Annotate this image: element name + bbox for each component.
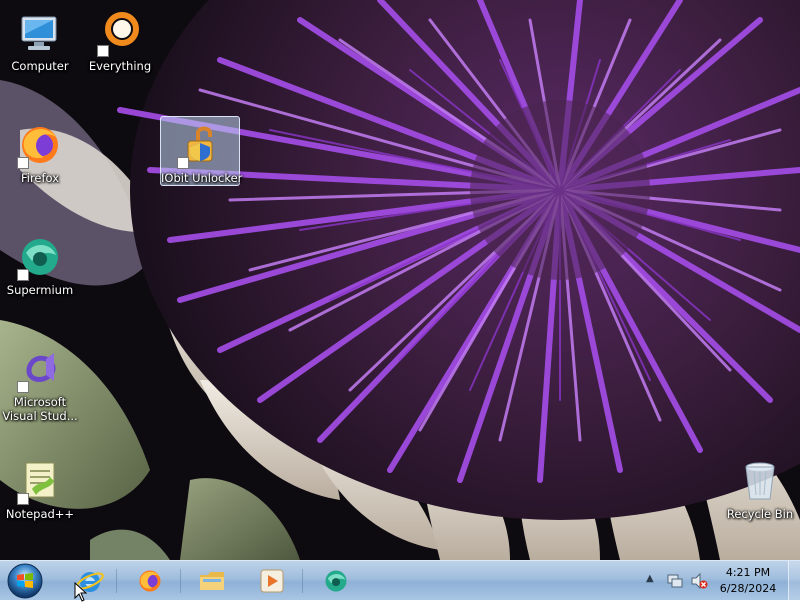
desktop-icon-iobit-unlocker[interactable]: IObit Unlocker [160, 116, 243, 186]
taskbar-firefox[interactable] [124, 563, 176, 599]
desktop-icon-firefox[interactable]: Firefox [0, 116, 80, 186]
shortcut-arrow-icon [17, 381, 29, 393]
taskbar-separator [180, 569, 181, 593]
desktop-icon-label: Supermium [6, 283, 74, 297]
volume-muted-icon[interactable] [690, 572, 708, 590]
show-desktop-button[interactable] [788, 561, 800, 601]
desktop-icon-notepadplusplus[interactable]: Notepad++ [0, 452, 80, 522]
taskbar-separator [302, 569, 303, 593]
desktop-icon-recycle-bin[interactable]: Recycle Bin [720, 452, 800, 522]
desktop-icon-label: Notepad++ [5, 507, 75, 521]
recycle-bin-icon [745, 462, 775, 500]
taskbar-separator [116, 569, 117, 593]
taskbar: ▲ 4:21 PM 6/28/2024 [0, 560, 800, 601]
desktop-icon-visual-studio[interactable]: Microsoft Visual Stud... [0, 340, 80, 424]
desktop-icon-label: IObit Unlocker [161, 171, 243, 185]
desktop-icon-label: Computer [11, 59, 69, 73]
firefox-icon [139, 570, 161, 592]
clock-date[interactable]: 6/28/2024 [718, 582, 778, 595]
shortcut-arrow-icon [17, 493, 29, 505]
system-tray: ▲ 4:21 PM 6/28/2024 [640, 561, 800, 601]
desktop-icon-label: Recycle Bin [726, 507, 794, 521]
network-icon[interactable] [666, 572, 684, 590]
wallpaper-image [0, 0, 800, 560]
show-hidden-icons-chevron-icon[interactable]: ▲ [646, 573, 654, 584]
computer-icon [21, 16, 57, 50]
desktop-icon-label: Microsoft Visual Stud... [2, 395, 78, 423]
desktop[interactable]: Computer Everything Firefox IObit Unlock… [0, 0, 800, 560]
start-button[interactable] [6, 562, 44, 600]
taskbar-media-player[interactable] [246, 563, 298, 599]
desktop-icon-supermium[interactable]: Supermium [0, 228, 80, 298]
taskbar-file-explorer[interactable] [186, 563, 238, 599]
taskbar-internet-explorer[interactable] [64, 563, 116, 599]
mouse-cursor-icon [74, 582, 88, 602]
shortcut-arrow-icon [17, 269, 29, 281]
desktop-icon-label: Everything [88, 59, 152, 73]
media-player-icon [260, 569, 284, 593]
clock-time[interactable]: 4:21 PM [718, 566, 778, 579]
taskbar-supermium[interactable] [310, 563, 362, 599]
folder-icon [200, 572, 224, 590]
windows-orb-icon [7, 563, 43, 599]
supermium-icon [325, 570, 347, 592]
shortcut-arrow-icon [17, 157, 29, 169]
desktop-icon-computer[interactable]: Computer [0, 4, 80, 74]
shortcut-arrow-icon [177, 157, 189, 169]
desktop-icon-everything[interactable]: Everything [80, 4, 160, 74]
shortcut-arrow-icon [97, 45, 109, 57]
desktop-icon-label: Firefox [20, 171, 60, 185]
